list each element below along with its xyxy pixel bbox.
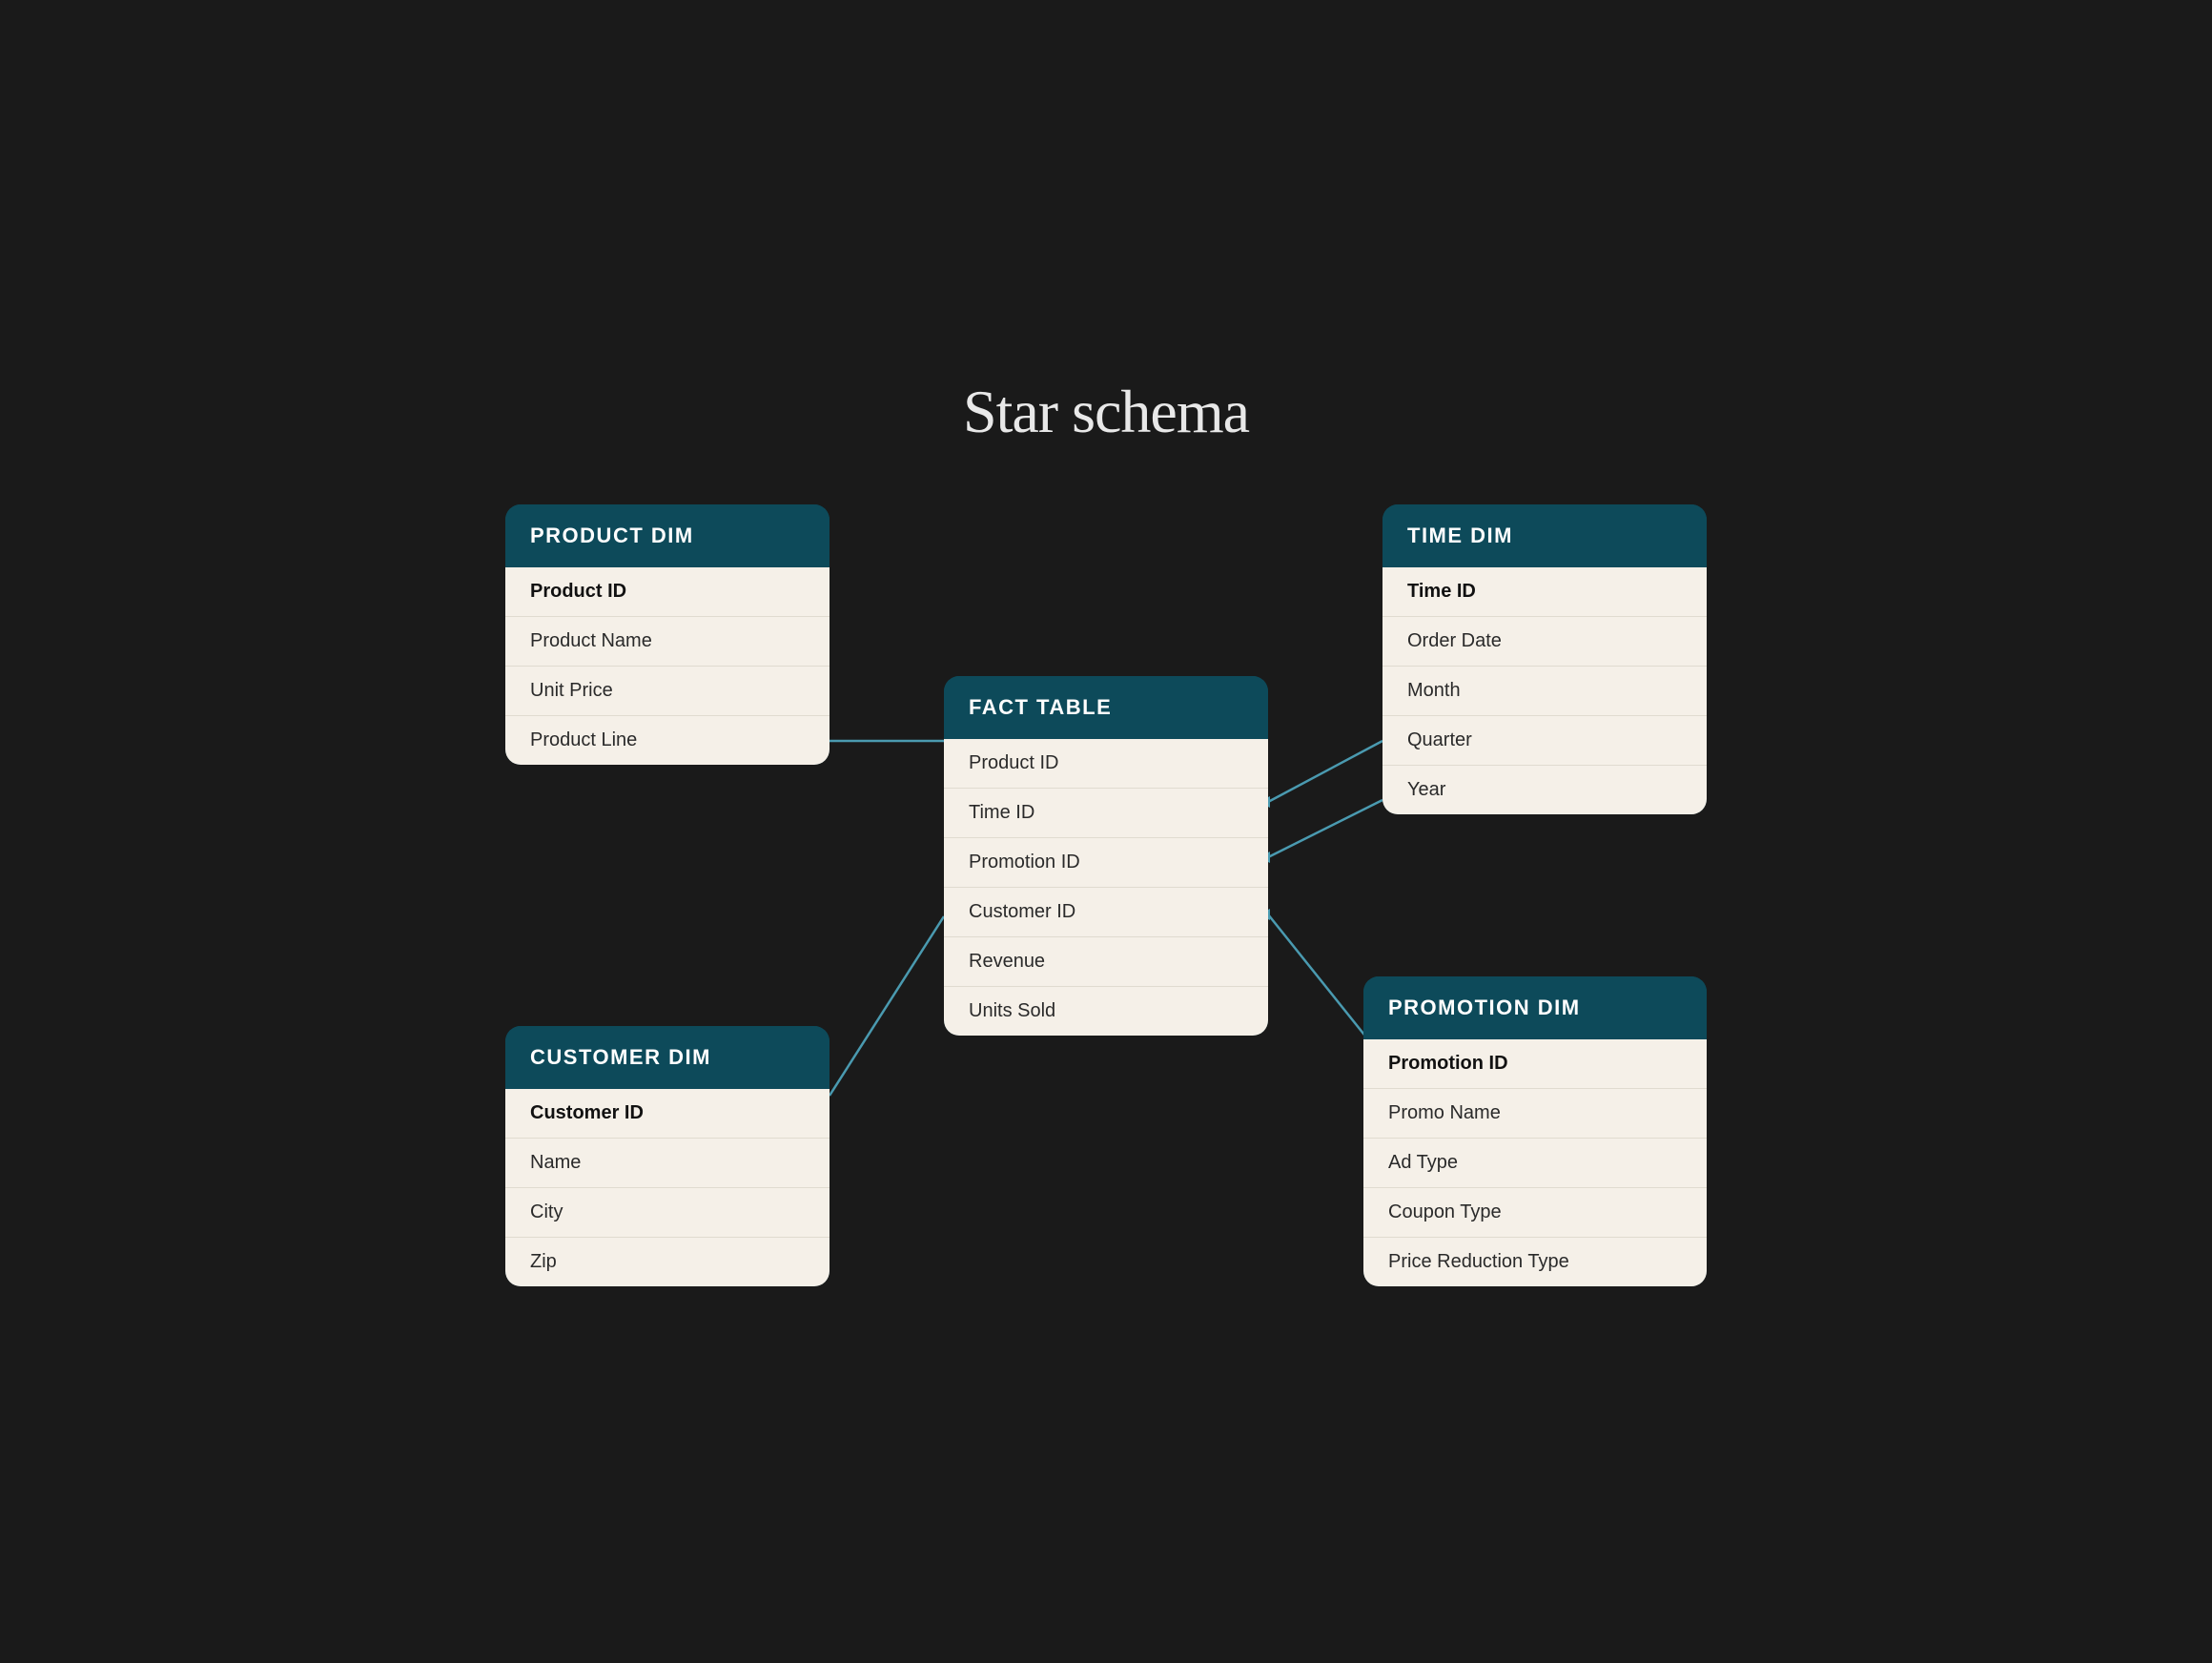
schema-container: PRODUCT DIM Product ID Product Name Unit… <box>505 504 1707 1286</box>
page-wrapper: Star schema PRODUCT DIM Product <box>505 377 1707 1286</box>
table-row: Unit Price <box>505 667 830 716</box>
product-dim-header: PRODUCT DIM <box>505 504 830 567</box>
customer-dim-table: CUSTOMER DIM Customer ID Name City Zip <box>505 1026 830 1286</box>
table-row: Promo Name <box>1363 1089 1707 1139</box>
table-row: Price Reduction Type <box>1363 1238 1707 1286</box>
fact-table-body: Product ID Time ID Promotion ID Customer… <box>944 739 1268 1036</box>
table-row: Product Name <box>505 617 830 667</box>
customer-dim-body: Customer ID Name City Zip <box>505 1089 830 1286</box>
time-dim-body: Time ID Order Date Month Quarter Year <box>1382 567 1707 814</box>
promotion-dim-header: PROMOTION DIM <box>1363 976 1707 1039</box>
table-row: Ad Type <box>1363 1139 1707 1188</box>
customer-dim-header: CUSTOMER DIM <box>505 1026 830 1089</box>
table-row: Time ID <box>944 789 1268 838</box>
table-row: Coupon Type <box>1363 1188 1707 1238</box>
table-row: Name <box>505 1139 830 1188</box>
table-row: Order Date <box>1382 617 1707 667</box>
table-row: Promotion ID <box>944 838 1268 888</box>
table-row: Product ID <box>505 567 830 617</box>
fact-table: FACT TABLE Product ID Time ID Promotion … <box>944 676 1268 1036</box>
fact-table-header: FACT TABLE <box>944 676 1268 739</box>
time-dim-header: TIME DIM <box>1382 504 1707 567</box>
time-dim-table: TIME DIM Time ID Order Date Month Quarte… <box>1382 504 1707 814</box>
promotion-dim-table: PROMOTION DIM Promotion ID Promo Name Ad… <box>1363 976 1707 1286</box>
table-row: Year <box>1382 766 1707 814</box>
product-dim-table: PRODUCT DIM Product ID Product Name Unit… <box>505 504 830 765</box>
promotion-dim-body: Promotion ID Promo Name Ad Type Coupon T… <box>1363 1039 1707 1286</box>
page-title: Star schema <box>505 377 1707 447</box>
table-row: Month <box>1382 667 1707 716</box>
table-row: Customer ID <box>944 888 1268 937</box>
table-row: Revenue <box>944 937 1268 987</box>
table-row: Product Line <box>505 716 830 765</box>
table-row: City <box>505 1188 830 1238</box>
product-dim-body: Product ID Product Name Unit Price Produ… <box>505 567 830 765</box>
table-row: Units Sold <box>944 987 1268 1036</box>
table-row: Customer ID <box>505 1089 830 1139</box>
table-row: Promotion ID <box>1363 1039 1707 1089</box>
table-row: Zip <box>505 1238 830 1286</box>
table-row: Quarter <box>1382 716 1707 766</box>
table-row: Product ID <box>944 739 1268 789</box>
table-row: Time ID <box>1382 567 1707 617</box>
